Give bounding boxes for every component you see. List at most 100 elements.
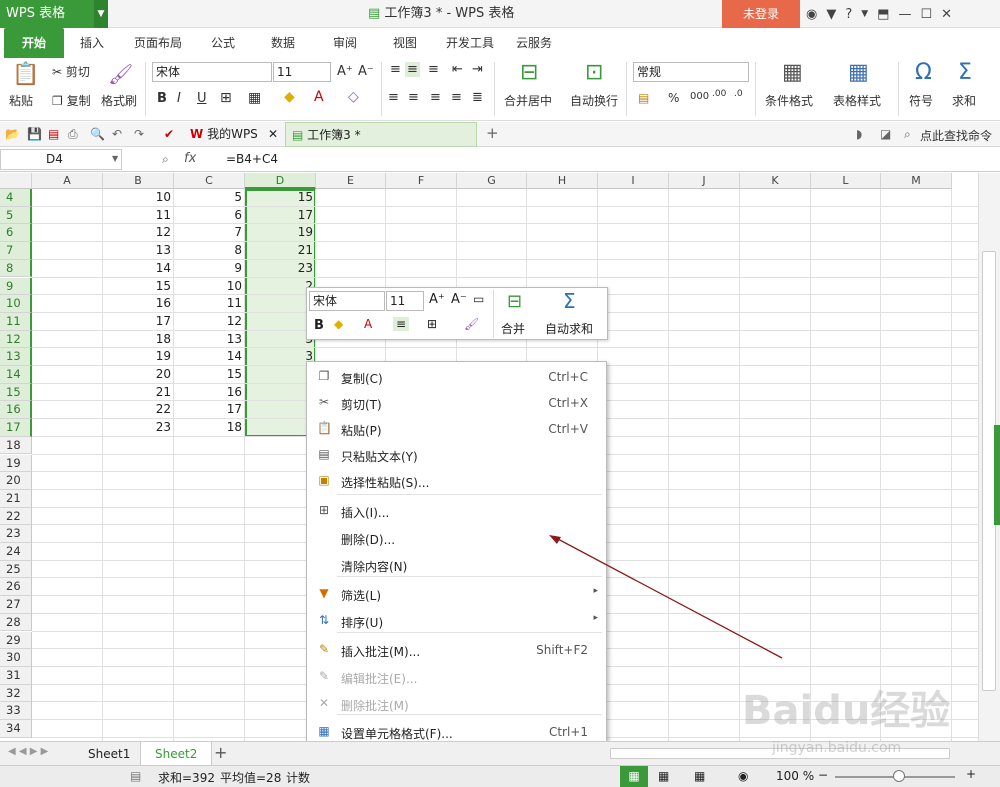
chevron-down-icon[interactable]: ▼ bbox=[112, 154, 118, 163]
cell-b[interactable]: 13 bbox=[103, 242, 174, 259]
border-icon[interactable]: ⊞ bbox=[220, 90, 232, 106]
symbol-button[interactable]: 符号 bbox=[909, 92, 933, 109]
row-header-30[interactable]: 30 bbox=[0, 649, 32, 667]
cell-b[interactable]: 21 bbox=[103, 384, 174, 401]
row-header-5[interactable]: 5 bbox=[0, 206, 32, 225]
normal-view-icon[interactable]: ▦ bbox=[620, 766, 648, 787]
decrease-font-icon[interactable]: A⁻ bbox=[358, 64, 374, 79]
cell-d[interactable]: 15 bbox=[245, 189, 316, 206]
row-header-14[interactable]: 14 bbox=[0, 366, 32, 384]
tab-mywps[interactable]: W 我的WPS ✕ bbox=[184, 122, 284, 147]
font-color-icon[interactable]: A bbox=[364, 317, 372, 331]
shirt-icon[interactable]: ▼ bbox=[826, 7, 836, 22]
sheet-tab-1[interactable]: Sheet1 bbox=[74, 742, 144, 766]
cell-b[interactable]: 10 bbox=[103, 189, 174, 206]
table-style-icon[interactable]: ▦ bbox=[848, 60, 869, 85]
menu-item-1[interactable]: ✂ 剪切(T) Ctrl+X bbox=[307, 390, 606, 416]
cell-c[interactable]: 16 bbox=[174, 384, 245, 401]
cell-b[interactable]: 12 bbox=[103, 224, 174, 241]
maximize-icon[interactable]: ☐ bbox=[920, 7, 932, 22]
fill-color-icon[interactable]: ◆ bbox=[334, 317, 343, 331]
row-header-9[interactable]: 9 bbox=[0, 277, 32, 296]
cell-c[interactable]: 5 bbox=[174, 189, 245, 206]
cell-b[interactable]: 19 bbox=[103, 348, 174, 365]
format-cells-icon[interactable]: ▭ bbox=[473, 292, 484, 306]
column-header-h[interactable]: H bbox=[527, 173, 598, 189]
fx-icon[interactable]: fx bbox=[184, 151, 196, 166]
sum-button[interactable]: 求和 bbox=[952, 92, 976, 109]
row-header-33[interactable]: 33 bbox=[0, 702, 32, 720]
row-header-24[interactable]: 24 bbox=[0, 543, 32, 561]
decrease-font-icon[interactable]: A⁻ bbox=[451, 292, 467, 307]
menu-item-10[interactable]: ✎ 插入批注(M)... Shift+F2 bbox=[307, 637, 606, 663]
close-icon[interactable]: ✕ bbox=[268, 122, 278, 147]
tab-data[interactable]: 数据 bbox=[271, 28, 295, 58]
cell-c[interactable]: 11 bbox=[174, 295, 245, 312]
tab-insert[interactable]: 插入 bbox=[80, 28, 104, 58]
collapse-icon[interactable]: ◪ bbox=[880, 127, 891, 141]
row-header-28[interactable]: 28 bbox=[0, 613, 32, 632]
merge-center-button[interactable]: 合并居中 bbox=[504, 92, 552, 109]
tab-review[interactable]: 审阅 bbox=[333, 28, 357, 58]
restore-ribbon-icon[interactable]: ⬒ bbox=[877, 7, 889, 22]
autosum-button[interactable]: 自动求和 bbox=[545, 320, 593, 337]
cell-b[interactable]: 15 bbox=[103, 278, 174, 295]
conditional-format-button[interactable]: 条件格式 bbox=[765, 92, 813, 109]
zoom-icon[interactable]: ⌕ bbox=[162, 152, 169, 167]
font-name-select[interactable]: 宋体 bbox=[152, 62, 272, 82]
decrease-decimal-icon[interactable]: .0 bbox=[734, 89, 743, 99]
menu-item-3[interactable]: ▤ 只粘贴文本(Y) bbox=[307, 442, 606, 468]
merge-button[interactable]: 合并 bbox=[501, 320, 525, 337]
row-header-32[interactable]: 32 bbox=[0, 684, 32, 703]
chevron-down-icon[interactable]: ▼ bbox=[861, 9, 868, 19]
page-break-icon[interactable]: ▦ bbox=[694, 769, 705, 783]
cell-b[interactable]: 17 bbox=[103, 313, 174, 330]
new-tab-icon[interactable]: + bbox=[486, 124, 499, 142]
mini-size-select[interactable]: 11 bbox=[386, 291, 424, 311]
cell-b[interactable]: 11 bbox=[103, 207, 174, 224]
row-header-31[interactable]: 31 bbox=[0, 666, 32, 685]
number-format-select[interactable]: 常规 bbox=[633, 62, 749, 82]
sum-icon[interactable]: Σ bbox=[958, 60, 972, 85]
italic-button[interactable]: I bbox=[177, 91, 181, 106]
mini-font-select[interactable]: 宋体 bbox=[309, 291, 385, 311]
align-top-icon[interactable]: ≡ bbox=[390, 62, 401, 77]
skin-icon[interactable]: ◉ bbox=[806, 7, 817, 22]
cell-c[interactable]: 6 bbox=[174, 207, 245, 224]
indent-decrease-icon[interactable]: ⇤ bbox=[452, 62, 463, 77]
cell-d[interactable]: 23 bbox=[245, 260, 316, 277]
zoom-out-icon[interactable]: − bbox=[818, 768, 828, 782]
column-header-j[interactable]: J bbox=[669, 173, 740, 189]
cell-c[interactable]: 7 bbox=[174, 224, 245, 241]
help-icon[interactable]: ? bbox=[845, 7, 852, 22]
align-right-icon[interactable]: ≡ bbox=[430, 90, 441, 105]
increase-font-icon[interactable]: A⁺ bbox=[337, 64, 353, 79]
row-header-8[interactable]: 8 bbox=[0, 259, 32, 278]
menu-item-4[interactable]: ▣ 选择性粘贴(S)... bbox=[307, 468, 606, 494]
menu-item-9[interactable]: ⇅ 排序(U) ▸ bbox=[307, 608, 606, 634]
select-all-corner[interactable] bbox=[0, 173, 32, 189]
cell-c[interactable]: 12 bbox=[174, 313, 245, 330]
print-icon[interactable]: ⎙ bbox=[68, 127, 78, 142]
zoom-level[interactable]: 100 % bbox=[776, 769, 814, 783]
login-button[interactable]: 未登录 bbox=[722, 0, 800, 28]
row-header-12[interactable]: 12 bbox=[0, 330, 32, 349]
fill-pattern-icon[interactable]: ▦ bbox=[248, 90, 261, 106]
column-header-l[interactable]: L bbox=[811, 173, 881, 189]
percent-button[interactable]: % bbox=[668, 91, 679, 105]
cell-c[interactable]: 8 bbox=[174, 242, 245, 259]
cell-b[interactable]: 22 bbox=[103, 401, 174, 418]
pdf-icon[interactable]: ▤ bbox=[48, 127, 59, 141]
cell-c[interactable]: 9 bbox=[174, 260, 245, 277]
column-header-e[interactable]: E bbox=[316, 173, 386, 189]
sheet-tab-2[interactable]: Sheet2 bbox=[140, 742, 213, 766]
row-header-10[interactable]: 10 bbox=[0, 295, 32, 313]
cell-b[interactable]: 16 bbox=[103, 295, 174, 312]
cell-b[interactable]: 14 bbox=[103, 260, 174, 277]
open-icon[interactable]: 📂 bbox=[5, 127, 20, 141]
row-header-29[interactable]: 29 bbox=[0, 631, 32, 650]
bold-button[interactable]: B bbox=[157, 91, 167, 106]
find-command[interactable]: 点此查找命令 bbox=[920, 127, 992, 144]
font-color-icon[interactable]: A bbox=[314, 89, 324, 105]
clear-format-icon[interactable]: ◇ bbox=[348, 89, 359, 105]
